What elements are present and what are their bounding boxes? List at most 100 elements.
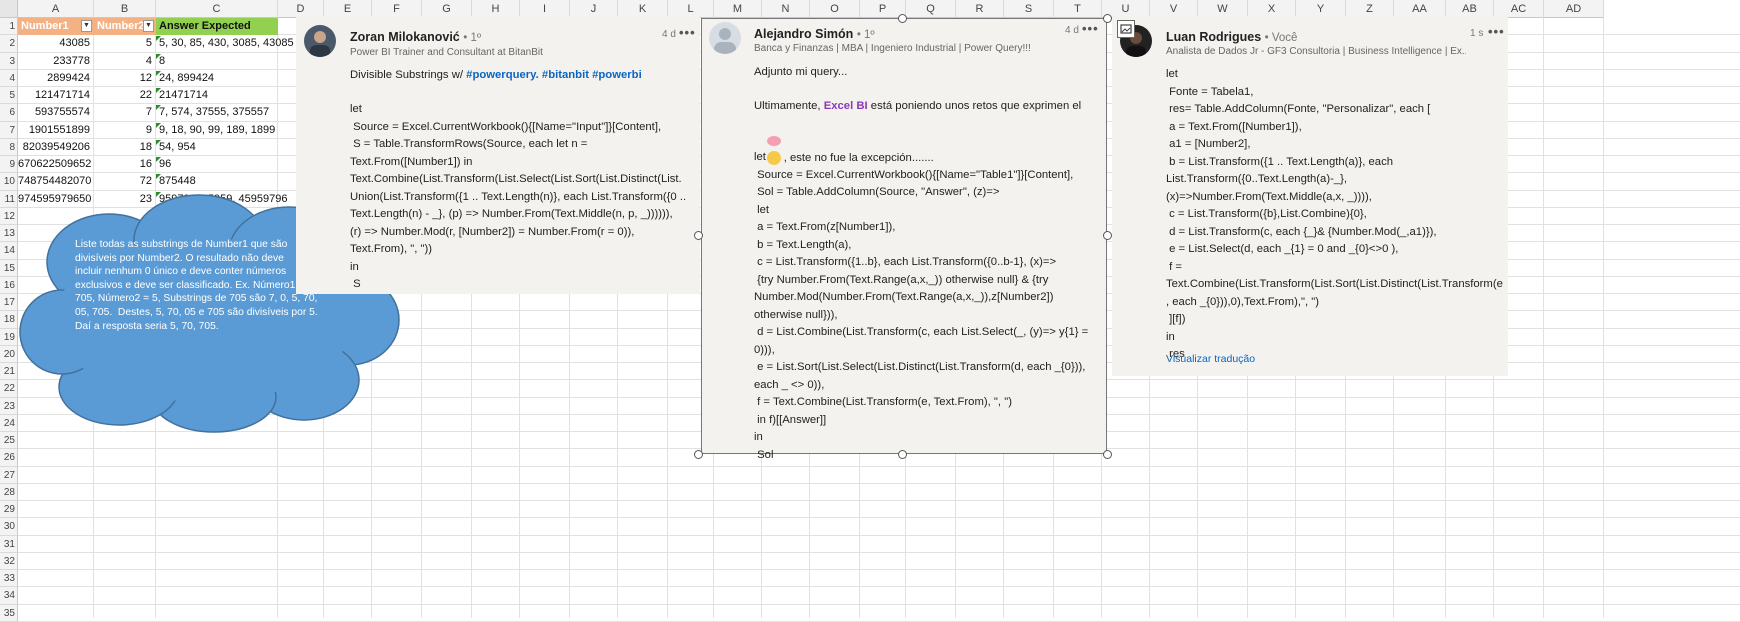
cell-number1[interactable]: 2899424 — [18, 70, 94, 87]
cell-number2[interactable]: 7 — [94, 104, 156, 121]
post2-more-icon[interactable]: ••• — [1082, 21, 1099, 36]
translate-link[interactable]: Visualizar tradução — [1166, 353, 1255, 365]
cell-answer-expected[interactable]: 9, 18, 90, 99, 189, 1899 — [156, 122, 296, 139]
picture-layout-icon[interactable] — [1117, 20, 1135, 38]
cell-number1[interactable]: 233778 — [18, 53, 94, 70]
select-all-corner[interactable] — [0, 0, 18, 18]
column-header-q[interactable]: Q — [906, 0, 956, 18]
gridline-horizontal — [18, 603, 1740, 605]
post1-hashtags[interactable]: #powerquery. #bitanbit #powerbi — [466, 69, 642, 81]
row-header-10[interactable]: 10 — [0, 173, 18, 191]
post2-line2: Ultimamente, Excel BI está poniendo unos… — [754, 98, 1081, 116]
row-header-3[interactable]: 3 — [0, 52, 18, 70]
post1-more-icon[interactable]: ••• — [679, 25, 696, 40]
row-header-5[interactable]: 5 — [0, 87, 18, 105]
filter-dropdown-icon[interactable]: ▼ — [81, 20, 92, 32]
row-header-33[interactable]: 33 — [0, 570, 18, 588]
row-header-29[interactable]: 29 — [0, 501, 18, 519]
column-header-s[interactable]: S — [1004, 0, 1054, 18]
column-header-r[interactable]: R — [956, 0, 1004, 18]
row-header-2[interactable]: 2 — [0, 35, 18, 53]
column-header-m[interactable]: M — [714, 0, 762, 18]
post1-author-name[interactable]: Zoran Milokanović — [350, 30, 460, 44]
row-header-30[interactable]: 30 — [0, 518, 18, 536]
cell-answer-expected[interactable]: 875448 — [156, 173, 296, 190]
avatar-alejandro[interactable] — [709, 22, 741, 54]
post2-line2-end: está poniendo unos retos que exprimen el — [867, 100, 1082, 112]
cell-number1[interactable]: 593755574 — [18, 104, 94, 121]
row-header-28[interactable]: 28 — [0, 483, 18, 501]
avatar-zoran[interactable] — [304, 25, 336, 57]
row-header-8[interactable]: 8 — [0, 138, 18, 156]
resize-handle-bottom-left[interactable] — [694, 450, 703, 459]
resize-handle-left[interactable] — [694, 231, 703, 240]
resize-handle-bottom-right[interactable] — [1103, 450, 1112, 459]
cell-answer-expected[interactable]: 5, 30, 85, 430, 3085, 43085 — [156, 35, 296, 52]
row-header-6[interactable]: 6 — [0, 104, 18, 122]
post-zoran: Zoran Milokanović • 1º Power BI Trainer … — [296, 16, 700, 294]
resize-handle-bottom[interactable] — [898, 450, 907, 459]
post1-author[interactable]: Zoran Milokanović • 1º — [350, 30, 481, 44]
column-header-o[interactable]: O — [810, 0, 860, 18]
cell-answer-expected[interactable]: 24, 899424 — [156, 70, 296, 87]
row-header-26[interactable]: 26 — [0, 449, 18, 467]
post2-author-name[interactable]: Alejandro Simón — [754, 27, 853, 41]
cell-number2[interactable]: 16 — [94, 156, 156, 173]
cell-number2[interactable]: 22 — [94, 87, 156, 104]
post1-time: 4 d — [662, 29, 676, 40]
row-header-25[interactable]: 25 — [0, 432, 18, 450]
cell-number1[interactable]: 121471714 — [18, 87, 94, 104]
resize-handle-top-right[interactable] — [1103, 14, 1112, 23]
cell-number1[interactable]: 43085 — [18, 35, 94, 52]
header-answer-expected[interactable]: Answer Expected — [156, 18, 278, 36]
row-header-32[interactable]: 32 — [0, 552, 18, 570]
filter-dropdown-icon[interactable]: ▼ — [143, 20, 154, 32]
cell-answer-expected[interactable]: 21471714 — [156, 87, 296, 104]
row-header-1[interactable]: 1 — [0, 18, 18, 36]
post2-degree: • 1º — [856, 29, 875, 41]
cell-answer-expected[interactable]: 96 — [156, 156, 296, 173]
cell-number1[interactable]: 1901551899 — [18, 122, 94, 139]
gridline-horizontal — [18, 465, 1740, 467]
cell-number2[interactable]: 4 — [94, 53, 156, 70]
post2-mention[interactable]: Excel BI — [824, 100, 868, 112]
post3-author-name[interactable]: Luan Rodrigues — [1166, 30, 1261, 44]
row-header-9[interactable]: 9 — [0, 156, 18, 174]
cell-number1[interactable]: 670622509652 — [18, 156, 94, 173]
column-header-n[interactable]: N — [762, 0, 810, 18]
row-header-34[interactable]: 34 — [0, 587, 18, 605]
cell-number2[interactable]: 5 — [94, 35, 156, 52]
error-indicator-icon — [156, 174, 161, 180]
column-header-ad[interactable]: AD — [1544, 0, 1604, 18]
cell-answer-expected[interactable]: 8 — [156, 53, 296, 70]
cell-number2[interactable]: 72 — [94, 173, 156, 190]
row-header-35[interactable]: 35 — [0, 604, 18, 622]
post-alejandro[interactable]: Alejandro Simón • 1º Banca y Finanzas | … — [701, 18, 1107, 461]
cell-number2[interactable]: 12 — [94, 70, 156, 87]
post3-author[interactable]: Luan Rodrigues • Você — [1166, 30, 1297, 44]
cell-answer-expected[interactable]: 7, 574, 37555, 375557 — [156, 104, 296, 121]
post3-more-icon[interactable]: ••• — [1488, 24, 1505, 39]
column-header-a[interactable]: A — [18, 0, 94, 18]
row-header-7[interactable]: 7 — [0, 121, 18, 139]
cell-answer-expected[interactable]: 54, 954 — [156, 139, 296, 156]
row-header-31[interactable]: 31 — [0, 535, 18, 553]
lemon-emoji-icon — [766, 135, 781, 146]
cell-number2[interactable]: 9 — [94, 122, 156, 139]
column-header-c[interactable]: C — [156, 0, 278, 18]
column-header-t[interactable]: T — [1054, 0, 1102, 18]
post2-author[interactable]: Alejandro Simón • 1º — [754, 27, 875, 41]
error-indicator-icon — [156, 105, 161, 111]
resize-handle-top[interactable] — [898, 14, 907, 23]
cell-number2[interactable]: 18 — [94, 139, 156, 156]
row-header-27[interactable]: 27 — [0, 466, 18, 484]
row-header-4[interactable]: 4 — [0, 69, 18, 87]
post1-headline: Power BI Trainer and Consultant at Bitan… — [350, 47, 543, 58]
column-header-b[interactable]: B — [94, 0, 156, 18]
resize-handle-right[interactable] — [1103, 231, 1112, 240]
cell-number1[interactable]: 82039549206 — [18, 139, 94, 156]
gridline-horizontal — [18, 586, 1740, 588]
cell-number1[interactable]: 748754482070 — [18, 173, 94, 190]
post3-code: let Fonte = Tabela1, res= Table.AddColum… — [1166, 68, 1503, 360]
post3-headline: Analista de Dados Jr - GF3 Consultoria |… — [1166, 46, 1466, 57]
